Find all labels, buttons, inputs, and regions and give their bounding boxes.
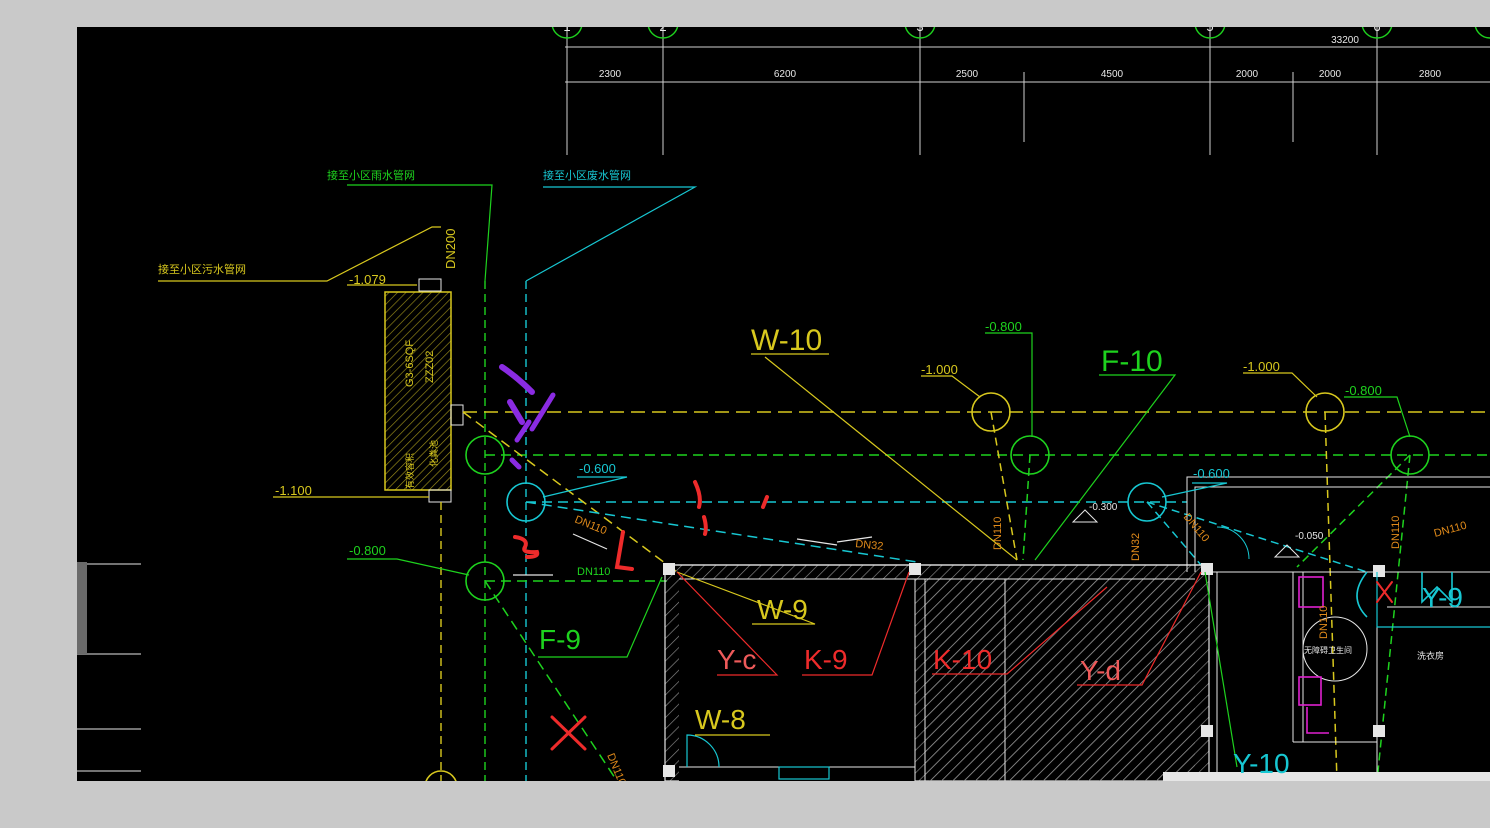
axis-label-3: 3 bbox=[916, 27, 923, 34]
elevation-label: -0.800 bbox=[349, 543, 386, 558]
pipe-label-w9: W-9 bbox=[757, 594, 808, 625]
diameter-label: DN200 bbox=[443, 229, 458, 269]
elevation-label: -0.300 bbox=[1089, 502, 1118, 513]
diameter-label: DN110 bbox=[1318, 606, 1330, 639]
diameter-label: DN110 bbox=[992, 517, 1004, 550]
elevation-label: -1.000 bbox=[1243, 359, 1280, 374]
tank-volume-note: 有效容积 bbox=[404, 453, 415, 489]
pipe-label-y-d: Y-d bbox=[1080, 655, 1121, 686]
dimension-grid bbox=[565, 27, 1490, 155]
diameter-label: DN32 bbox=[855, 538, 884, 553]
cad-viewport[interactable]: 1 2 3 5 6 33200 2300 6200 2500 4500 2000… bbox=[77, 27, 1490, 781]
dimension-total: 33200 bbox=[1331, 35, 1359, 46]
elevation-label: -0.800 bbox=[1345, 383, 1382, 398]
axis-label-6: 6 bbox=[1373, 27, 1380, 34]
elevation-label: -0.800 bbox=[985, 319, 1022, 334]
tank-type-note: 化粪池 bbox=[428, 440, 439, 467]
scroll-bar-bottom[interactable] bbox=[1163, 772, 1490, 781]
pipe-label-y-c: Y-c bbox=[717, 644, 756, 675]
dimension-span: 2300 bbox=[599, 69, 622, 80]
elevation-label: -1.000 bbox=[921, 362, 958, 377]
pipe-label-y10: Y-10 bbox=[1233, 748, 1290, 779]
pipe-label-f10: F-10 bbox=[1101, 345, 1163, 378]
dimension-span: 2500 bbox=[956, 69, 979, 80]
septic-tank bbox=[384, 278, 464, 503]
pipe-label-k10: K-10 bbox=[933, 644, 992, 675]
diameter-label: DN110 bbox=[1433, 520, 1468, 540]
dimension-span: 2800 bbox=[1419, 69, 1442, 80]
room-toilet: 无障碍卫生间 bbox=[1304, 645, 1352, 655]
pipe-label-y9: Y-9 bbox=[1422, 582, 1463, 613]
note-waste-pipe: 接至小区废水管网 bbox=[543, 168, 631, 182]
cad-drawing: 1 2 3 5 6 33200 2300 6200 2500 4500 2000… bbox=[77, 27, 1490, 781]
tank-code-2: ZZZ02 bbox=[424, 351, 436, 383]
diameter-label: DN110 bbox=[573, 514, 608, 538]
axis-label-2: 2 bbox=[659, 27, 666, 34]
diameter-label: DN32 bbox=[1130, 533, 1142, 561]
dimension-span: 4500 bbox=[1101, 69, 1124, 80]
pipe-label-k9: K-9 bbox=[804, 644, 848, 675]
note-rain-pipe: 接至小区雨水管网 bbox=[327, 168, 415, 182]
dimension-span: 2000 bbox=[1319, 69, 1342, 80]
diameter-label: DN110 bbox=[604, 752, 628, 781]
elevation-label: -0.600 bbox=[1193, 466, 1230, 481]
diameter-label: DN110 bbox=[1181, 511, 1212, 544]
left-scroll-handle[interactable] bbox=[77, 562, 87, 654]
tank-code: G3-6SQF bbox=[404, 340, 416, 387]
elevation-label: -0.600 bbox=[579, 461, 616, 476]
axis-label-1: 1 bbox=[563, 27, 570, 34]
vertical-pipes bbox=[440, 281, 527, 781]
diameter-label: DN110 bbox=[1390, 516, 1402, 549]
diameter-label: DN110 bbox=[577, 566, 610, 578]
pipe-label-f9: F-9 bbox=[539, 624, 581, 655]
note-sewer-pipe: 接至小区污水管网 bbox=[158, 262, 246, 276]
room-laundry: 洗衣房 bbox=[1417, 650, 1444, 661]
elevation-label: -1.079 bbox=[349, 272, 386, 287]
elevation-label: -0.050 bbox=[1295, 531, 1324, 542]
axis-label-5: 5 bbox=[1206, 27, 1213, 34]
dimension-span: 2000 bbox=[1236, 69, 1259, 80]
pipe-label-w8: W-8 bbox=[695, 704, 746, 735]
dimension-span: 6200 bbox=[774, 69, 797, 80]
elevation-label: -1.100 bbox=[275, 483, 312, 498]
pipe-label-w10: W-10 bbox=[751, 324, 822, 357]
